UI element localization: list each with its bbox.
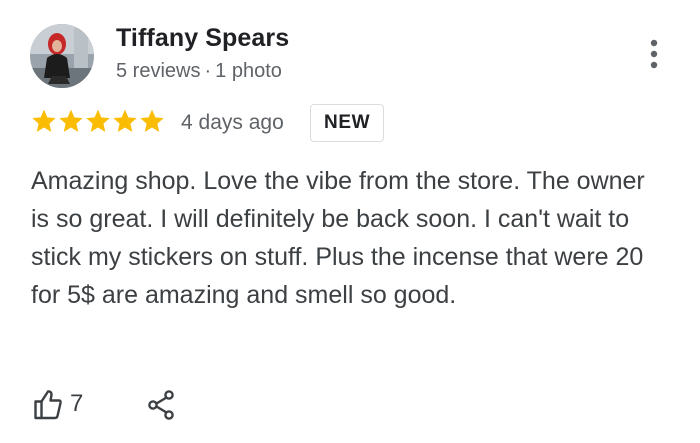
avatar-photo-icon <box>30 24 94 88</box>
review-text: Amazing shop. Love the vibe from the sto… <box>31 167 645 309</box>
reviewer-name[interactable]: Tiffany Spears <box>116 24 289 53</box>
review-count: 5 reviews <box>116 60 201 82</box>
review-card: Tiffany Spears 5 reviews · 1 photo 4 days … <box>0 0 700 443</box>
reviewer-avatar[interactable] <box>30 24 94 88</box>
new-badge: NEW <box>310 104 385 142</box>
reviewer-meta: 5 reviews · 1 photo <box>116 60 282 83</box>
star-icon <box>139 108 165 134</box>
star-rating <box>31 108 165 134</box>
share-icon <box>148 390 174 420</box>
like-count: 7 <box>70 390 84 417</box>
like-button[interactable]: 7 <box>33 388 83 420</box>
thumb-up-icon <box>34 390 62 420</box>
star-icon <box>58 108 84 134</box>
star-icon <box>31 108 57 134</box>
share-button[interactable] <box>145 388 179 422</box>
star-icon <box>112 108 138 134</box>
photo-count: 1 photo <box>215 60 282 82</box>
more-options-button[interactable] <box>641 36 667 72</box>
review-date: 4 days ago <box>181 111 284 134</box>
meta-separator: · <box>204 60 212 82</box>
star-icon <box>85 108 111 134</box>
more-vert-icon <box>650 39 658 69</box>
